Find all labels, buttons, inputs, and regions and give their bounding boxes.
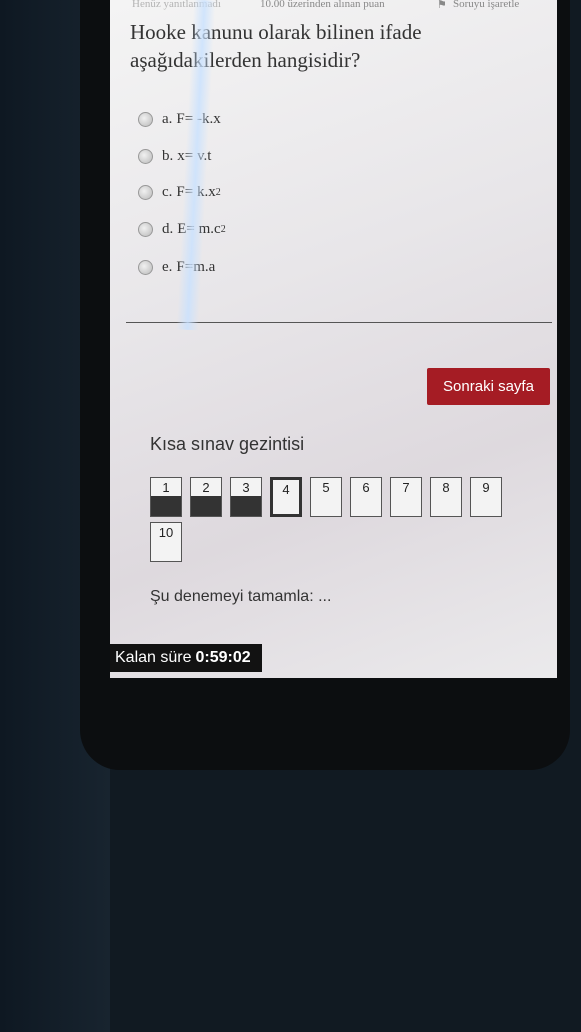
answer-option[interactable]: b. x= v.t: [138, 145, 211, 167]
screen: Henüz yanıtlanmadı 10.00 üzerinden alına…: [110, 0, 557, 678]
option-text: F= k.x: [176, 183, 216, 200]
flag-icon[interactable]: ⚑: [437, 0, 447, 11]
radio-button[interactable]: [138, 259, 153, 275]
option-letter: d.: [162, 220, 174, 237]
answered-indicator: [191, 496, 221, 516]
option-superscript: 2: [220, 223, 226, 235]
option-letter: a.: [162, 110, 173, 127]
next-page-button[interactable]: Sonraki sayfa: [427, 368, 550, 405]
nav-number: 5: [322, 480, 330, 495]
answered-indicator: [151, 496, 181, 516]
answer-option[interactable]: e. F=m.a: [138, 256, 215, 278]
nav-number: 10: [158, 525, 174, 540]
answer-option[interactable]: c. F= k.x 2: [138, 181, 221, 203]
nav-number: 7: [402, 480, 410, 495]
quiz-nav-question-2[interactable]: 2: [190, 477, 222, 517]
question-text: Hooke kanunu olarak bilinen ifade aşağıd…: [130, 20, 422, 72]
option-text: x= v.t: [177, 147, 212, 164]
question-info-bar: Henüz yanıtlanmadı 10.00 üzerinden alına…: [110, 0, 557, 14]
quiz-navigation-title: Kısa sınav gezintisi: [150, 434, 305, 454]
radio-button[interactable]: [138, 221, 153, 237]
question-status: Henüz yanıtlanmadı: [132, 0, 221, 10]
radio-button[interactable]: [138, 111, 153, 127]
quiz-nav-question-8[interactable]: 8: [430, 477, 462, 517]
nav-number: 8: [442, 480, 450, 495]
timer-label: Kalan süre: [115, 649, 192, 666]
quiz-nav-question-1[interactable]: 1: [150, 477, 182, 517]
nav-number: 1: [162, 480, 170, 495]
radio-button[interactable]: [138, 148, 153, 164]
nav-number: 9: [482, 480, 490, 495]
option-letter: b.: [162, 147, 174, 164]
radio-button[interactable]: [138, 184, 153, 200]
quiz-nav-question-3[interactable]: 3: [230, 477, 262, 517]
quiz-nav-question-4[interactable]: 4: [270, 477, 302, 517]
timer-value: 0:59:02: [195, 649, 251, 666]
nav-number: 4: [282, 482, 290, 497]
quiz-nav-question-10[interactable]: 10: [150, 522, 182, 562]
quiz-nav-question-6[interactable]: 6: [350, 477, 382, 517]
divider: [126, 322, 552, 323]
quiz-nav-question-7[interactable]: 7: [390, 477, 422, 517]
option-text: F=m.a: [176, 258, 216, 275]
option-text: E= m.c: [177, 220, 221, 237]
nav-number: 2: [202, 480, 210, 495]
points-text: 10.00 üzerinden alınan puan: [260, 0, 385, 10]
option-superscript: 2: [215, 186, 221, 198]
nav-number: 3: [242, 480, 250, 495]
time-remaining: Kalan süre 0:59:02: [110, 644, 262, 672]
option-text: F= -k.x: [176, 110, 221, 127]
option-letter: c.: [162, 183, 173, 200]
option-letter: e.: [162, 258, 173, 275]
quiz-nav-question-9[interactable]: 9: [470, 477, 502, 517]
answer-option[interactable]: d. E= m.c 2: [138, 218, 226, 240]
answer-option[interactable]: a. F= -k.x: [138, 108, 221, 130]
flag-question-link[interactable]: Soruyu işaretle: [453, 0, 519, 10]
answered-indicator: [231, 496, 261, 516]
quiz-nav-question-5[interactable]: 5: [310, 477, 342, 517]
nav-number: 6: [362, 480, 370, 495]
finish-attempt-link[interactable]: Şu denemeyi tamamla: ...: [150, 588, 331, 606]
